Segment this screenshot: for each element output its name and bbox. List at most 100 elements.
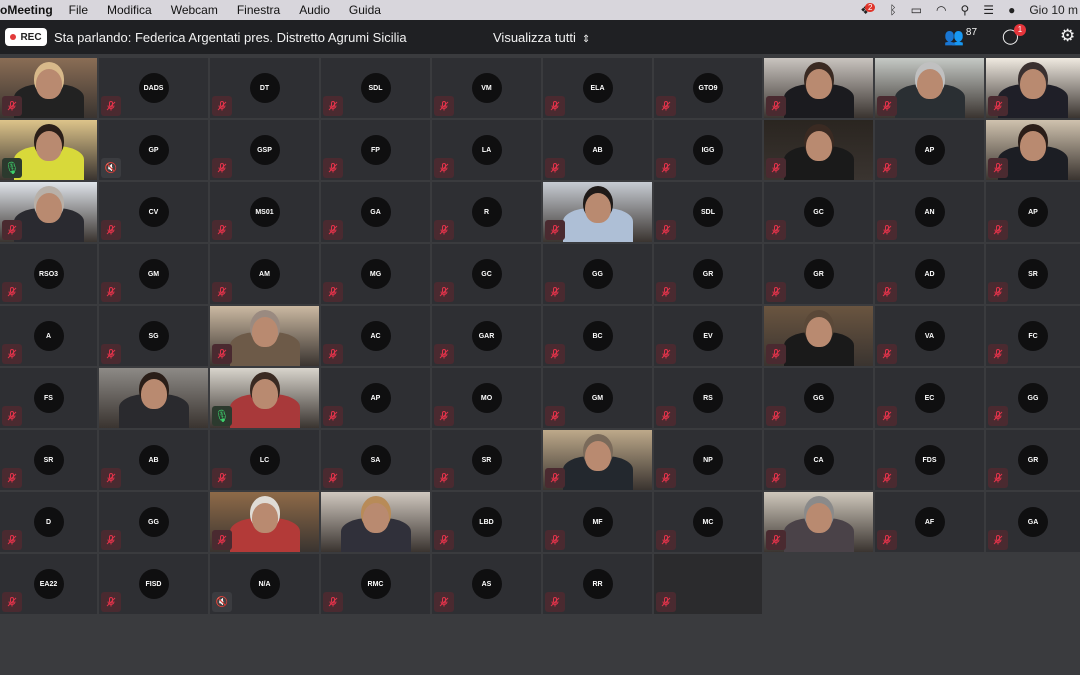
participant-tile[interactable]: MF bbox=[543, 492, 652, 552]
participant-tile[interactable]: GR bbox=[654, 244, 762, 304]
menu-webcam[interactable]: Webcam bbox=[171, 3, 218, 17]
chat-button[interactable]: ◯ 1 bbox=[1002, 24, 1026, 45]
participant-tile[interactable]: SA bbox=[321, 430, 430, 490]
participant-tile[interactable]: FC bbox=[986, 306, 1080, 366]
participant-tile[interactable]: FS bbox=[0, 368, 97, 428]
bluetooth-icon[interactable]: ᛒ bbox=[889, 3, 896, 17]
participant-video-tile[interactable] bbox=[986, 120, 1080, 180]
participant-tile[interactable]: LBD bbox=[432, 492, 541, 552]
participant-tile[interactable]: SR bbox=[0, 430, 97, 490]
battery-icon[interactable]: ▭ bbox=[911, 3, 922, 17]
participant-tile[interactable]: DT bbox=[210, 58, 319, 118]
participant-tile[interactable]: SDL bbox=[654, 182, 762, 242]
participant-tile[interactable]: FDS bbox=[875, 430, 984, 490]
participant-tile-blank[interactable] bbox=[654, 554, 762, 614]
participant-tile[interactable]: LA bbox=[432, 120, 541, 180]
participant-tile[interactable]: RR bbox=[543, 554, 652, 614]
participant-tile[interactable]: AP bbox=[321, 368, 430, 428]
record-button[interactable]: REC bbox=[5, 28, 47, 46]
participant-tile[interactable]: GR bbox=[764, 244, 873, 304]
participant-tile[interactable]: AN bbox=[875, 182, 984, 242]
participant-tile[interactable]: EA22 bbox=[0, 554, 97, 614]
menu-finestra[interactable]: Finestra bbox=[237, 3, 280, 17]
participant-tile[interactable]: GAR bbox=[432, 306, 541, 366]
participant-tile[interactable]: AM bbox=[210, 244, 319, 304]
settings-gear-icon[interactable]: ⚙ bbox=[1060, 26, 1075, 46]
participant-tile[interactable]: LC bbox=[210, 430, 319, 490]
participant-tile[interactable]: RSO3 bbox=[0, 244, 97, 304]
participant-tile[interactable]: IGG bbox=[654, 120, 762, 180]
participant-tile[interactable]: AB bbox=[543, 120, 652, 180]
participant-tile[interactable]: GG bbox=[543, 244, 652, 304]
participant-video-tile[interactable] bbox=[543, 430, 652, 490]
participant-tile[interactable]: AC bbox=[321, 306, 430, 366]
participant-video-tile[interactable]: 🎙 bbox=[0, 120, 97, 180]
participant-video-tile[interactable] bbox=[210, 492, 319, 552]
participant-tile[interactable]: FP bbox=[321, 120, 430, 180]
participant-tile[interactable]: SG bbox=[99, 306, 208, 366]
participant-tile[interactable]: GC bbox=[432, 244, 541, 304]
participant-tile[interactable]: MC bbox=[654, 492, 762, 552]
participant-tile[interactable]: EV bbox=[654, 306, 762, 366]
participant-tile[interactable]: GM bbox=[543, 368, 652, 428]
participant-video-tile[interactable] bbox=[0, 58, 97, 118]
participant-tile[interactable]: GTO9 bbox=[654, 58, 762, 118]
participant-tile[interactable]: GG bbox=[986, 368, 1080, 428]
participant-tile[interactable]: MG bbox=[321, 244, 430, 304]
participant-tile[interactable]: RS bbox=[654, 368, 762, 428]
participant-tile[interactable]: AS bbox=[432, 554, 541, 614]
app-menu[interactable]: oMeeting bbox=[0, 3, 53, 17]
participant-tile[interactable]: BC bbox=[543, 306, 652, 366]
participant-video-tile[interactable] bbox=[321, 492, 430, 552]
participant-tile[interactable]: GG bbox=[764, 368, 873, 428]
wifi-icon[interactable]: ◠ bbox=[936, 3, 946, 17]
menu-audio[interactable]: Audio bbox=[299, 3, 330, 17]
participant-tile[interactable]: AF bbox=[875, 492, 984, 552]
participant-tile[interactable]: FISD bbox=[99, 554, 208, 614]
participant-tile[interactable]: GA bbox=[321, 182, 430, 242]
participants-button[interactable]: 👥 87 bbox=[944, 27, 977, 47]
menu-modifica[interactable]: Modifica bbox=[107, 3, 152, 17]
participant-tile[interactable]: GSP bbox=[210, 120, 319, 180]
participant-video-tile[interactable] bbox=[543, 182, 652, 242]
participant-tile[interactable]: CV bbox=[99, 182, 208, 242]
participant-tile[interactable]: MO bbox=[432, 368, 541, 428]
participant-video-tile[interactable] bbox=[764, 58, 873, 118]
participant-tile[interactable]: N/A 🔇 bbox=[210, 554, 319, 614]
participant-tile[interactable]: GP 🔇 bbox=[99, 120, 208, 180]
participant-video-tile[interactable] bbox=[764, 306, 873, 366]
dropbox-icon[interactable]: ❖2 bbox=[860, 3, 876, 17]
participant-tile[interactable]: R bbox=[432, 182, 541, 242]
participant-tile[interactable]: ELA bbox=[543, 58, 652, 118]
participant-tile[interactable]: AD bbox=[875, 244, 984, 304]
participant-video-tile[interactable] bbox=[0, 182, 97, 242]
participant-tile[interactable]: DADS bbox=[99, 58, 208, 118]
participant-tile[interactable]: VM bbox=[432, 58, 541, 118]
participant-tile[interactable]: NP bbox=[654, 430, 762, 490]
participant-video-tile[interactable] bbox=[764, 492, 873, 552]
participant-tile[interactable]: SDL bbox=[321, 58, 430, 118]
participant-tile[interactable]: SR bbox=[432, 430, 541, 490]
participant-video-tile[interactable] bbox=[764, 120, 873, 180]
participant-video-tile[interactable] bbox=[99, 368, 208, 428]
menu-guida[interactable]: Guida bbox=[349, 3, 381, 17]
participant-tile[interactable]: AB bbox=[99, 430, 208, 490]
participant-tile[interactable]: GC bbox=[764, 182, 873, 242]
participant-tile[interactable]: D bbox=[0, 492, 97, 552]
menu-clock[interactable]: Gio 10 m bbox=[1029, 3, 1078, 17]
control-center-icon[interactable]: ☰ bbox=[983, 3, 994, 17]
participant-tile[interactable]: GM bbox=[99, 244, 208, 304]
view-mode-selector[interactable]: Visualizza tutti ⇕ bbox=[493, 30, 590, 45]
siri-icon[interactable]: ● bbox=[1008, 3, 1015, 17]
participant-tile[interactable]: EC bbox=[875, 368, 984, 428]
participant-tile[interactable]: VA bbox=[875, 306, 984, 366]
participant-tile[interactable]: GR bbox=[986, 430, 1080, 490]
participant-tile[interactable]: GG bbox=[99, 492, 208, 552]
spotlight-search-icon[interactable]: ⚲ bbox=[961, 3, 970, 17]
participant-tile[interactable]: A bbox=[0, 306, 97, 366]
participant-video-tile[interactable]: 🎙 bbox=[210, 368, 319, 428]
participant-video-tile[interactable] bbox=[210, 306, 319, 366]
participant-tile[interactable]: SR bbox=[986, 244, 1080, 304]
participant-tile[interactable]: RMC bbox=[321, 554, 430, 614]
participant-video-tile[interactable] bbox=[986, 58, 1080, 118]
